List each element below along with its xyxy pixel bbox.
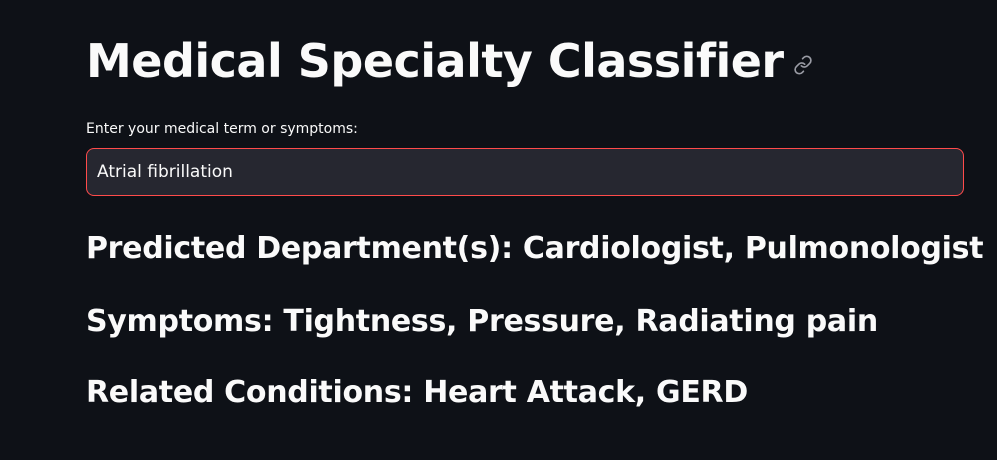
page-title: Medical Specialty Classifier: [86, 34, 784, 88]
symptoms-input-container[interactable]: [86, 148, 964, 196]
link-icon[interactable]: [792, 54, 814, 76]
header: Medical Specialty Classifier: [86, 30, 814, 92]
symptoms-text: Symptoms: Tightness, Pressure, Radiating…: [86, 304, 878, 339]
related-conditions-text: Related Conditions: Heart Attack, GERD: [86, 375, 748, 410]
symptoms-input[interactable]: [87, 149, 963, 195]
symptoms-input-label: Enter your medical term or symptoms:: [86, 121, 358, 137]
predicted-departments-text: Predicted Department(s): Cardiologist, P…: [86, 231, 984, 266]
